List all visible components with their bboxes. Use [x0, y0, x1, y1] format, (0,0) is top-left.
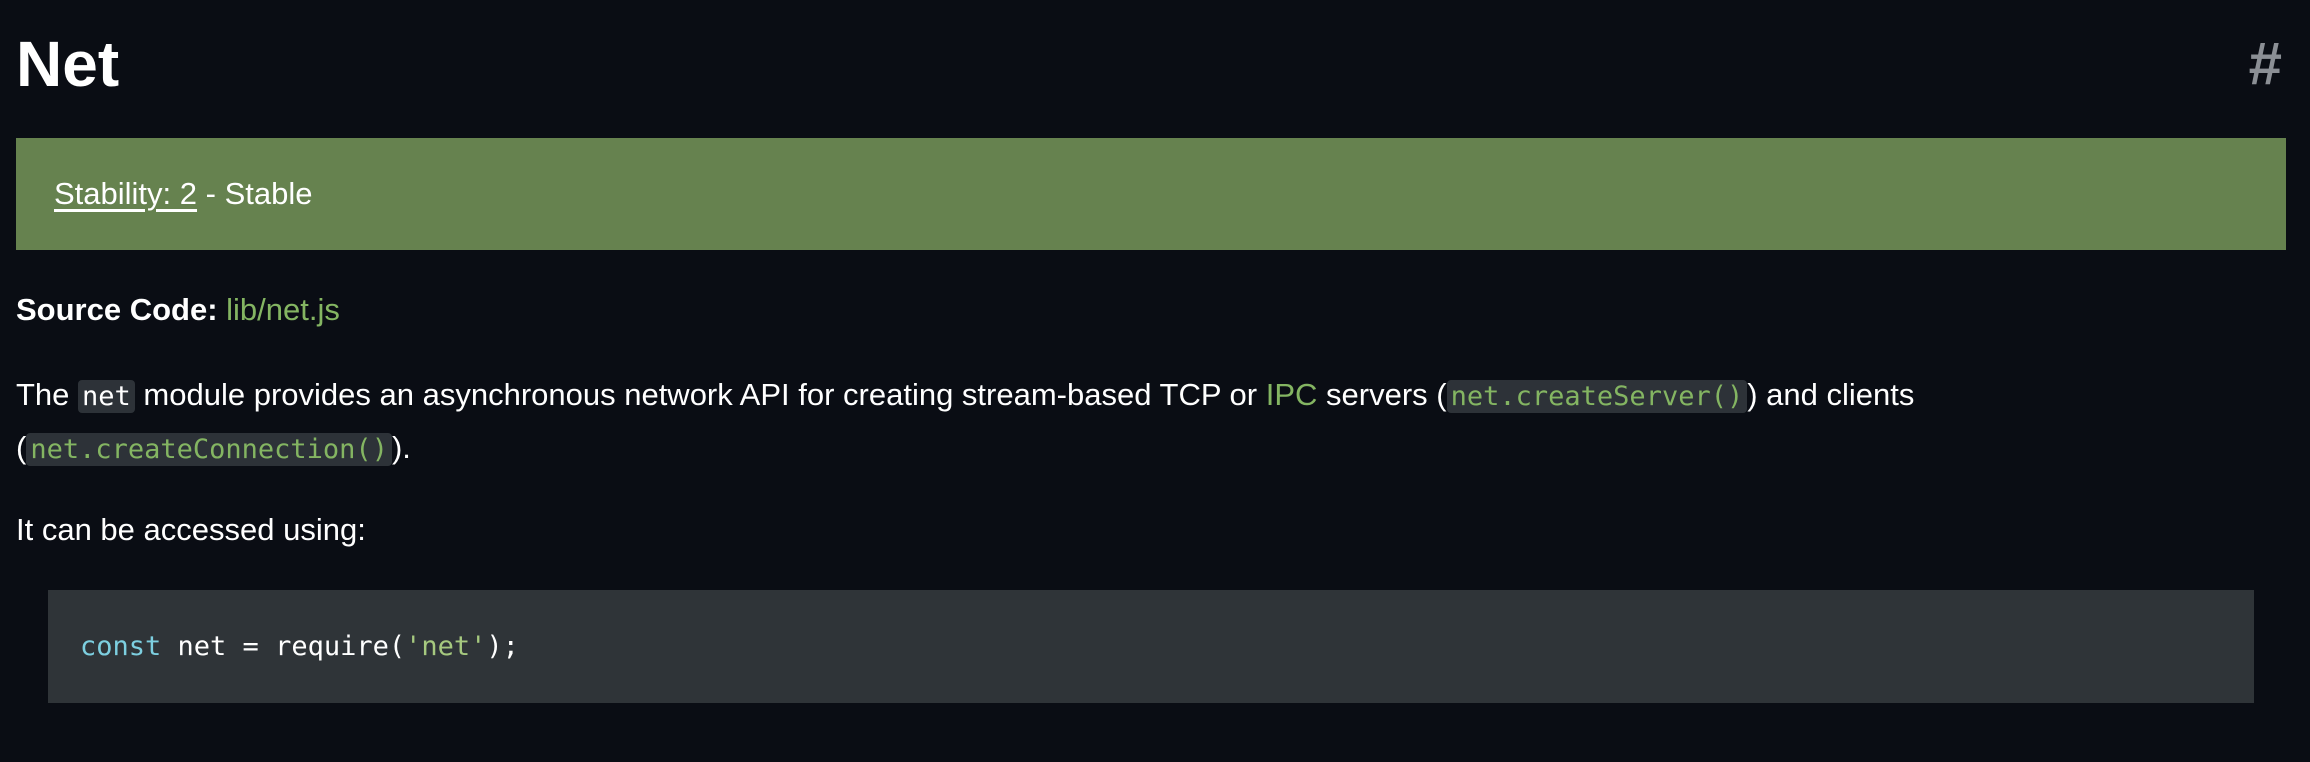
source-file-link[interactable]: lib/net.js [226, 292, 340, 327]
code-text: net = require( [161, 631, 406, 662]
intro-text-3: servers ( [1317, 377, 1447, 412]
source-code-label: Source Code: [16, 292, 218, 327]
access-paragraph: It can be accessed using: [16, 512, 366, 547]
page-title: Net [16, 28, 120, 100]
inline-code-create-server: net.createServer() [1446, 380, 1748, 413]
section-header: Net # [16, 22, 2294, 106]
code-end: ); [486, 631, 519, 662]
ipc-link[interactable]: IPC [1266, 377, 1318, 412]
section-anchor-link[interactable]: # [2249, 22, 2282, 106]
intro-text-5: ). [391, 430, 411, 465]
inline-code-net: net [78, 380, 135, 413]
intro-paragraph: The net module provides an asynchronous … [16, 369, 2216, 475]
code-block: const net = require('net'); [48, 590, 2254, 703]
intro-text-2: module provides an asynchronous network … [134, 377, 1266, 412]
stability-status-text: - Stable [197, 176, 313, 211]
inline-code-create-connection: net.createConnection() [26, 433, 392, 466]
create-connection-link[interactable]: net.createConnection() [26, 430, 392, 466]
code-string: 'net' [405, 631, 487, 662]
source-code-line: Source Code: lib/net.js [16, 290, 340, 330]
stability-banner: Stability: 2 - Stable [16, 138, 2286, 250]
create-server-link[interactable]: net.createServer() [1446, 377, 1748, 413]
doc-page: Net # Stability: 2 - Stable Source Code:… [0, 0, 2310, 762]
intro-text-1: The [16, 377, 79, 412]
stability-index-link[interactable]: Stability: 2 [54, 176, 197, 211]
code-keyword: const [80, 631, 162, 662]
